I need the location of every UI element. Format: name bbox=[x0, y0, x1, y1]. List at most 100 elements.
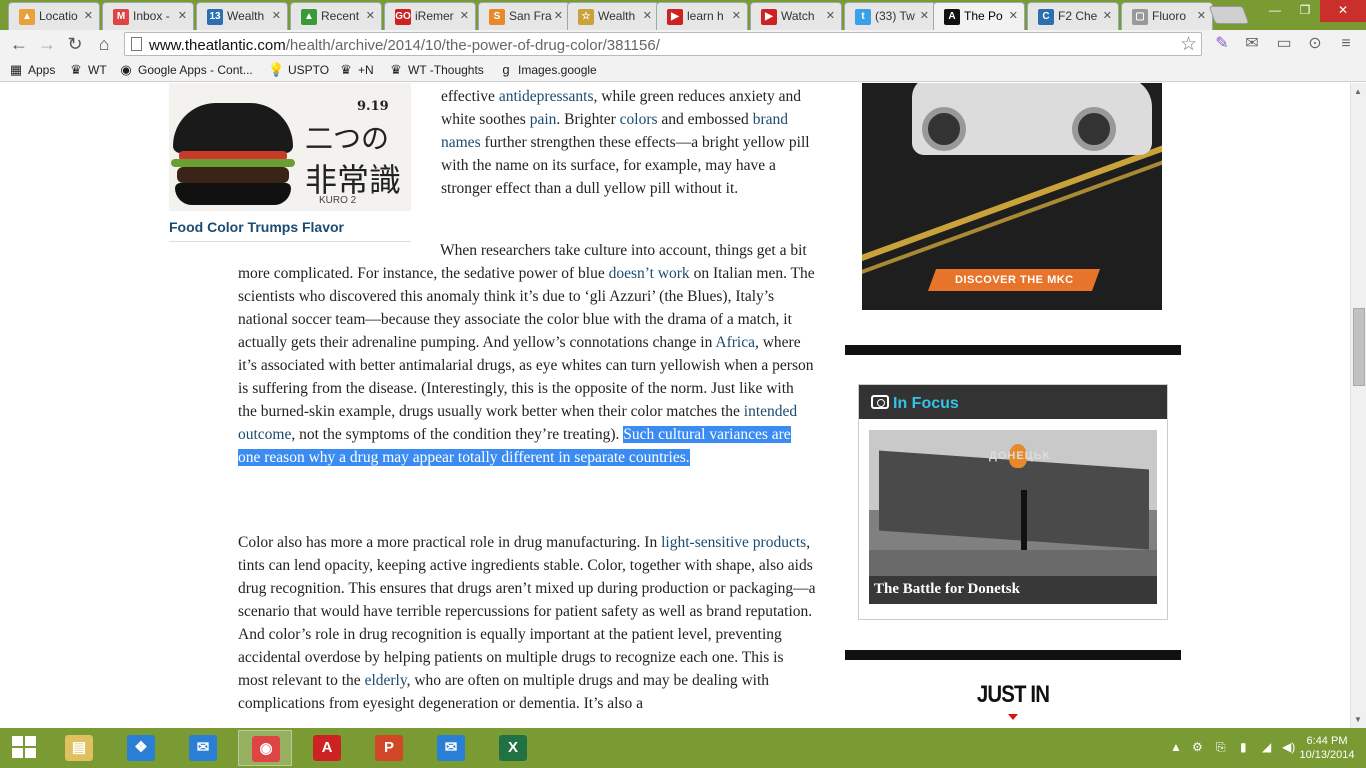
black-burger-image[interactable]: 9.19 二つの 非常識 KURO 2 bbox=[169, 83, 411, 211]
lincoln-mkc-ad[interactable]: DISCOVER THE MKC bbox=[862, 83, 1162, 310]
in-focus-photo[interactable]: ДОНЕЦЬК The Battle for Donetsk bbox=[869, 430, 1157, 604]
scroll-down-arrow-icon[interactable]: ▼ bbox=[1354, 715, 1362, 724]
crown-icon: ♛ bbox=[390, 62, 402, 77]
tab-close-icon[interactable]: ✕ bbox=[920, 9, 929, 22]
tab-close-icon[interactable]: ✕ bbox=[554, 9, 563, 22]
browser-tab[interactable]: ▲ Locatio ✕ bbox=[8, 2, 100, 30]
tab-close-icon[interactable]: ✕ bbox=[643, 9, 652, 22]
cast-icon[interactable]: ▭ bbox=[1274, 34, 1294, 54]
taskbar-app-excel[interactable]: X bbox=[486, 730, 540, 766]
browser-tab[interactable]: t (33) Tw ✕ bbox=[844, 2, 936, 30]
battery-icon[interactable]: ▮ bbox=[1240, 740, 1247, 754]
in-focus-widget: In Focus ДОНЕЦЬК The Battle for Donetsk bbox=[858, 384, 1168, 620]
tab-close-icon[interactable]: ✕ bbox=[84, 9, 93, 22]
tab-favicon-icon: 13 bbox=[207, 9, 223, 25]
car-wheel bbox=[922, 107, 966, 151]
vertical-scrollbar[interactable]: ▲ ▼ bbox=[1350, 83, 1366, 728]
tab-close-icon[interactable]: ✕ bbox=[1103, 9, 1112, 22]
tab-close-icon[interactable]: ✕ bbox=[1009, 9, 1018, 22]
tab-label: Inbox - bbox=[133, 9, 170, 23]
bookmark-item[interactable]: ♛ WT bbox=[68, 61, 106, 79]
address-bar[interactable]: www.theatlantic.com/health/archive/2014/… bbox=[124, 32, 1202, 56]
location-extension-icon[interactable]: ⊙ bbox=[1305, 34, 1325, 54]
browser-tab[interactable]: M Inbox - ✕ bbox=[102, 2, 194, 30]
link-doesnt-work[interactable]: doesn’t work bbox=[609, 265, 690, 282]
bookmark-item[interactable]: g Images.google bbox=[498, 61, 596, 79]
menu-icon[interactable]: ≡ bbox=[1336, 34, 1356, 54]
clock-time: 6:44 PM bbox=[1306, 735, 1348, 747]
tab-close-icon[interactable]: ✕ bbox=[460, 9, 469, 22]
bookmark-item[interactable]: ◉ Google Apps - Cont... bbox=[118, 61, 252, 79]
tab-close-icon[interactable]: ✕ bbox=[826, 9, 835, 22]
tab-close-icon[interactable]: ✕ bbox=[366, 9, 375, 22]
ad-brand: KURO 2 bbox=[319, 195, 357, 206]
google-icon: ◉ bbox=[120, 62, 132, 77]
image-caption-link[interactable]: Food Color Trumps Flavor bbox=[169, 219, 344, 235]
tab-close-icon[interactable]: ✕ bbox=[732, 9, 741, 22]
browser-tab[interactable]: A The Po ✕ bbox=[933, 2, 1025, 30]
link-light-sensitive-products[interactable]: light-sensitive products bbox=[661, 534, 806, 551]
reload-button[interactable]: ↻ bbox=[64, 33, 86, 55]
bookmark-item[interactable]: ▦ Apps bbox=[8, 61, 56, 79]
scroll-up-arrow-icon[interactable]: ▲ bbox=[1354, 87, 1362, 96]
text: Color also has more a more practical rol… bbox=[238, 534, 662, 551]
ad-cta-button[interactable]: DISCOVER THE MKC bbox=[927, 269, 1101, 291]
taskbar-app-mail-app[interactable]: ✉ bbox=[176, 730, 230, 766]
home-button[interactable]: ⌂ bbox=[93, 33, 115, 55]
tab-label: Watch bbox=[781, 9, 815, 23]
new-tab-button[interactable] bbox=[1208, 6, 1250, 24]
link-antidepressants[interactable]: antidepressants bbox=[499, 88, 594, 105]
mail-extension-icon[interactable]: ✉ bbox=[1242, 34, 1262, 54]
maximize-button[interactable]: ❐ bbox=[1290, 0, 1320, 22]
devices-tray-icon[interactable]: ⎘ bbox=[1216, 740, 1226, 755]
in-focus-title[interactable]: In Focus bbox=[893, 395, 959, 413]
browser-tab[interactable]: ▢ Fluoro ✕ bbox=[1121, 2, 1213, 30]
taskbar-app-acrobat[interactable]: A bbox=[300, 730, 354, 766]
section-divider bbox=[845, 650, 1181, 660]
feather-extension-icon[interactable]: ✎ bbox=[1212, 34, 1232, 54]
bookmark-item[interactable]: 💡 USPTO bbox=[268, 61, 329, 79]
url-path: /health/archive/2014/10/the-power-of-dru… bbox=[285, 37, 660, 54]
browser-tab[interactable]: ▲ Recent ✕ bbox=[290, 2, 382, 30]
wifi-icon[interactable]: ◢ bbox=[1262, 740, 1271, 754]
in-focus-caption[interactable]: The Battle for Donetsk bbox=[874, 581, 1020, 598]
tab-close-icon[interactable]: ✕ bbox=[272, 9, 281, 22]
acrobat-icon: A bbox=[313, 735, 341, 761]
taskbar-app-chrome[interactable]: ◉ bbox=[238, 730, 292, 766]
taskbar-app-file-explorer[interactable]: ▤ bbox=[52, 730, 106, 766]
link-colors[interactable]: colors bbox=[620, 111, 658, 128]
link-pain[interactable]: pain bbox=[530, 111, 557, 128]
browser-tab[interactable]: ▶ learn h ✕ bbox=[656, 2, 748, 30]
taskbar-app-mail-app-2[interactable]: ✉ bbox=[424, 730, 478, 766]
browser-tab[interactable]: 13 Wealth ✕ bbox=[196, 2, 288, 30]
tab-close-icon[interactable]: ✕ bbox=[178, 9, 187, 22]
tab-label: iRemer bbox=[415, 9, 454, 23]
tab-label: Recent bbox=[321, 9, 360, 23]
show-hidden-icons-icon[interactable]: ▲ bbox=[1170, 740, 1182, 754]
browser-tab[interactable]: ▶ Watch ✕ bbox=[750, 2, 842, 30]
tab-close-icon[interactable]: ✕ bbox=[1197, 9, 1206, 22]
clock[interactable]: 6:44 PM 10/13/2014 bbox=[1296, 734, 1358, 762]
bookmark-star-icon[interactable]: ☆ bbox=[1180, 33, 1197, 56]
bookmark-item[interactable]: ♛ +N bbox=[338, 61, 374, 79]
browser-tab[interactable]: GO iRemer ✕ bbox=[384, 2, 476, 30]
link-elderly[interactable]: elderly bbox=[365, 672, 407, 689]
link-africa[interactable]: Africa bbox=[715, 334, 755, 351]
taskbar-app-dropbox[interactable]: ❖ bbox=[114, 730, 168, 766]
taskbar-app-powerpoint[interactable]: P bbox=[362, 730, 416, 766]
back-button[interactable]: ← bbox=[8, 33, 30, 55]
browser-tab[interactable]: S San Fra ✕ bbox=[478, 2, 570, 30]
minimize-button[interactable]: — bbox=[1260, 0, 1290, 22]
network-tray-icon[interactable]: ⚙ bbox=[1192, 740, 1203, 754]
forward-button[interactable]: → bbox=[36, 33, 58, 55]
start-button-windows-icon[interactable] bbox=[12, 736, 38, 760]
close-window-button[interactable]: ✕ bbox=[1320, 0, 1366, 22]
bookmark-item[interactable]: ♛ WT -Thoughts bbox=[388, 61, 484, 79]
tab-label: F2 Che bbox=[1058, 9, 1098, 23]
scroll-thumb[interactable] bbox=[1353, 308, 1365, 386]
volume-icon[interactable]: ◀) bbox=[1282, 740, 1295, 754]
apps-grid-icon: ▦ bbox=[9, 62, 23, 77]
browser-tab[interactable]: C F2 Che ✕ bbox=[1027, 2, 1119, 30]
browser-tab[interactable]: ☆ Wealth ✕ bbox=[567, 2, 659, 30]
tab-label: The Po bbox=[964, 9, 1003, 23]
